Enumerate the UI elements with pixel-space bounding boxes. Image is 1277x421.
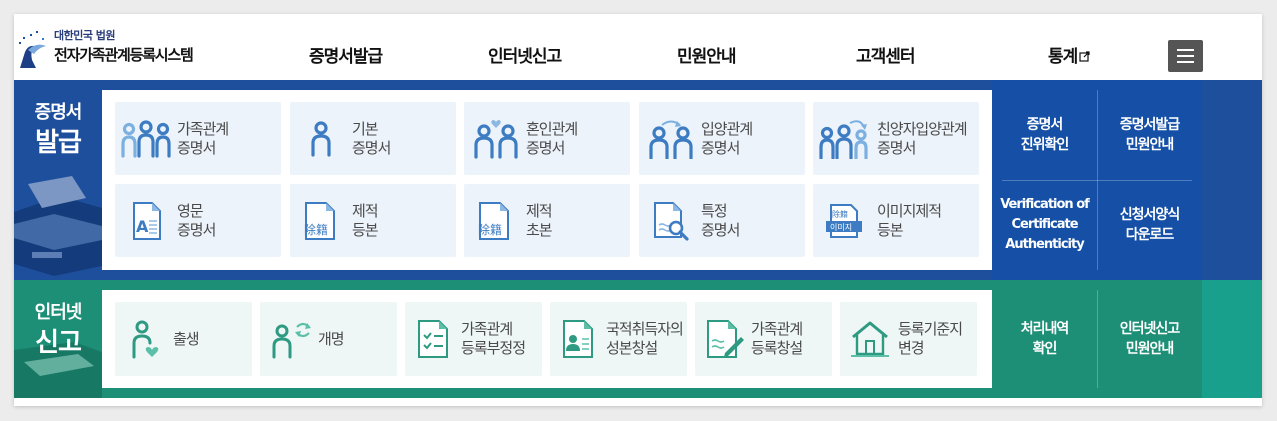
checklist-icon: [413, 302, 453, 376]
report-title-bottom: 신고: [35, 328, 82, 358]
report-section: 인터넷 신고 출생 개명 가족관계 등록부정정 국적취득자의 성본창설 가족관계…: [14, 280, 1262, 398]
logo-subtitle: 대한민국 법원: [54, 29, 116, 42]
hamburger-icon-bar: [1177, 61, 1194, 63]
process-history-link[interactable]: 처리내역 확인: [992, 280, 1097, 398]
document-search-icon: [647, 184, 695, 257]
certificate-panel: 가족관계 증명서 기본 증명서 혼인관계 증명서 입양관계 증명서 친양자입양관…: [102, 90, 992, 270]
nav-civil-guide[interactable]: 민원안내: [677, 42, 737, 67]
image-top-tag: 除籍: [832, 209, 848, 219]
form-download-link[interactable]: 신청서양식 다운로드: [1097, 180, 1202, 270]
certificate-removed-transcript-label: 제적 등본: [352, 202, 379, 239]
page-frame: 대한민국 법원 전자가족관계등록시스템 증명서발급 인터넷신고 민원안내 고객센…: [14, 14, 1262, 406]
svg-text:A: A: [136, 217, 149, 236]
certificate-verify-link[interactable]: 증명서 진위확인: [992, 90, 1097, 180]
certificate-basic[interactable]: 기본 증명서: [290, 102, 456, 175]
report-title-top: 인터넷: [34, 302, 83, 323]
footer-spacer: [14, 398, 1262, 406]
certificate-removed-extract-label: 제적 초본: [526, 202, 553, 239]
certificate-section-heading: 증명서 발급: [14, 80, 102, 280]
certificate-english-label: 영문 증명서: [177, 202, 216, 239]
report-domicile-change[interactable]: 등록기준지 변경: [840, 302, 977, 376]
person-icon: [304, 102, 338, 175]
image-register-icon: 除籍 이미지: [819, 184, 871, 257]
nav-internet-report[interactable]: 인터넷신고: [488, 42, 562, 67]
certificate-specific-label: 특정 증명서: [701, 202, 740, 239]
english-document-icon: A: [127, 184, 167, 257]
external-link-icon: [1079, 51, 1090, 62]
report-panel: 출생 개명 가족관계 등록부정정 국적취득자의 성본창설 가족관계 등록창설 등…: [102, 290, 992, 388]
report-register-creation[interactable]: 가족관계 등록창설: [695, 302, 832, 376]
certificate-full-adoption-label: 친양자입양관계 증명서: [877, 120, 968, 157]
birth-icon: [129, 302, 165, 376]
report-birth-label: 출생: [173, 330, 200, 348]
report-birth[interactable]: 출생: [115, 302, 252, 376]
report-guide-link[interactable]: 인터넷신고 민원안내: [1097, 280, 1202, 398]
certificate-guide-link[interactable]: 증명서발급 민원안내: [1097, 90, 1202, 180]
report-naturalized-surname[interactable]: 국적취득자의 성본창설: [550, 302, 687, 376]
certificate-title-top: 증명서: [34, 102, 83, 123]
certificate-removed-extract[interactable]: 除籍 제적 초본: [464, 184, 630, 257]
nav-certificate[interactable]: 증명서발급: [309, 42, 383, 67]
certificate-basic-label: 기본 증명서: [352, 120, 391, 157]
logo-title: 전자가족관계등록시스템: [54, 46, 194, 64]
hamburger-icon-bar: [1177, 55, 1194, 57]
rename-icon: [270, 302, 316, 376]
certificate-english[interactable]: A 영문 증명서: [115, 184, 281, 257]
removed-tag: 除籍: [304, 222, 328, 237]
nav-statistics[interactable]: 통계: [1048, 42, 1090, 67]
nav-customer-center[interactable]: 고객센터: [856, 42, 916, 67]
certificate-image-removed-label: 이미지제적 등본: [877, 202, 942, 239]
certificate-family-label: 가족관계 증명서: [177, 120, 229, 157]
certificate-adoption-label: 입양관계 증명서: [701, 120, 753, 157]
verification-authenticity-link[interactable]: Verification of Certificate Authenticity: [992, 180, 1097, 270]
report-domicile-change-label: 등록기준지 변경: [898, 320, 963, 357]
image-tag: 이미지: [830, 222, 852, 232]
report-correction[interactable]: 가족관계 등록부정정: [405, 302, 542, 376]
court-emblem-icon: [19, 31, 46, 68]
certificate-specific[interactable]: 특정 증명서: [639, 184, 805, 257]
removed-register-icon: 除籍: [298, 184, 346, 257]
adoption-icon: [645, 102, 697, 175]
site-logo[interactable]: 대한민국 법원 전자가족관계등록시스템: [16, 26, 226, 74]
report-section-heading: 인터넷 신고: [14, 280, 102, 398]
certificate-family[interactable]: 가족관계 증명서: [115, 102, 281, 175]
marriage-icon: [470, 102, 522, 175]
report-correction-label: 가족관계 등록부정정: [461, 320, 526, 357]
certificate-marriage-label: 혼인관계 증명서: [526, 120, 578, 157]
removed-register-icon: 除籍: [472, 184, 520, 257]
certificate-adoption[interactable]: 입양관계 증명서: [639, 102, 805, 175]
certificate-band-accent: [1202, 80, 1262, 280]
family-icon: [119, 102, 173, 175]
report-side-links: 처리내역 확인 인터넷신고 민원안내: [992, 280, 1202, 398]
removed-tag: 除籍: [478, 222, 502, 237]
certificate-marriage[interactable]: 혼인관계 증명서: [464, 102, 630, 175]
report-register-creation-label: 가족관계 등록창설: [751, 320, 803, 357]
certificate-image-removed[interactable]: 除籍 이미지 이미지제적 등본: [813, 184, 979, 257]
hamburger-icon-bar: [1177, 49, 1194, 51]
house-icon: [848, 302, 892, 376]
full-adoption-icon: [817, 102, 871, 175]
nav-statistics-label: 통계: [1048, 47, 1078, 67]
menu-button[interactable]: [1168, 40, 1203, 72]
citizen-card-icon: [558, 302, 598, 376]
report-naturalized-surname-label: 국적취득자의 성본창설: [606, 320, 684, 357]
certificate-title-bottom: 발급: [35, 128, 82, 158]
report-rename-label: 개명: [318, 330, 345, 348]
certificate-full-adoption[interactable]: 친양자입양관계 증명서: [813, 102, 979, 175]
document-edit-icon: [703, 302, 747, 376]
report-band-accent: [1202, 280, 1262, 398]
certificate-section: 증명서 발급 가족관계 증명서 기본 증명서 혼인관계 증명서 입양관계 증명서…: [14, 80, 1262, 280]
certificate-side-links: 증명서 진위확인 증명서발급 민원안내 Verification of Cert…: [992, 80, 1202, 280]
report-rename[interactable]: 개명: [260, 302, 397, 376]
header: 대한민국 법원 전자가족관계등록시스템 증명서발급 인터넷신고 민원안내 고객센…: [14, 14, 1262, 80]
certificate-removed-transcript[interactable]: 除籍 제적 등본: [290, 184, 456, 257]
